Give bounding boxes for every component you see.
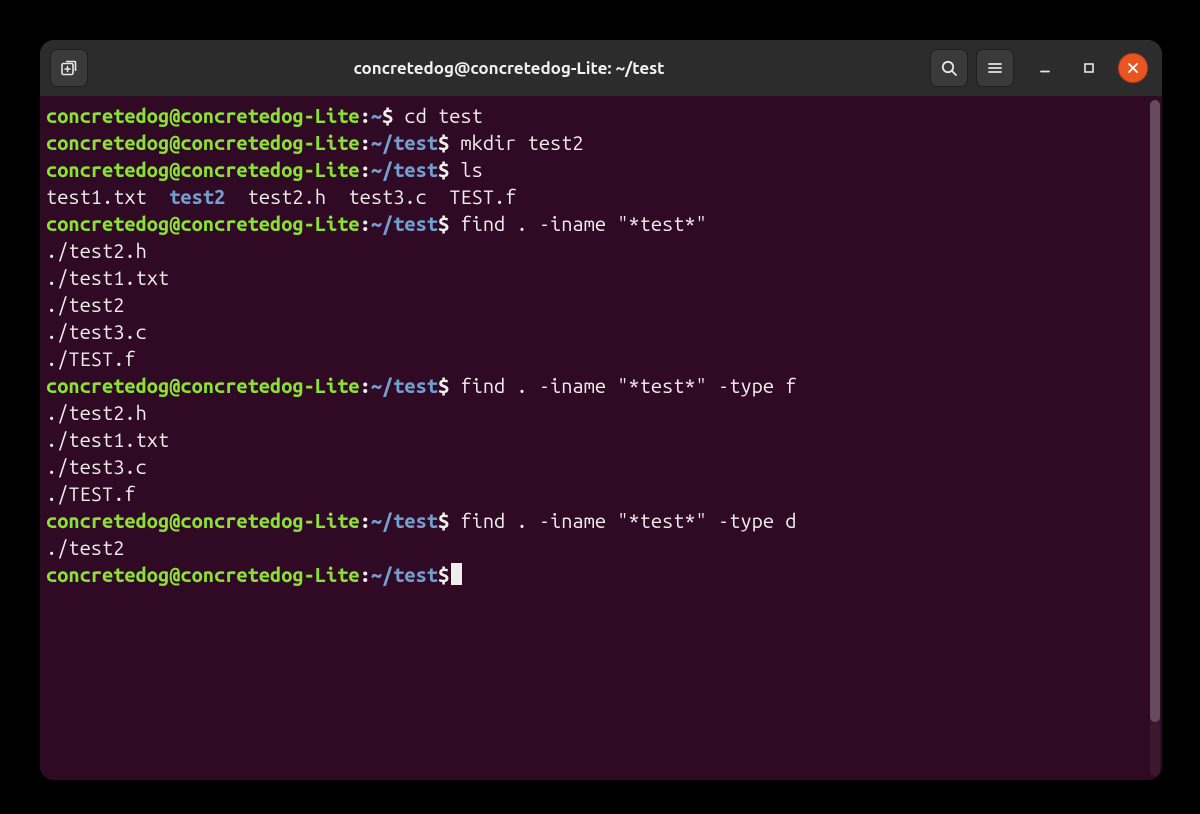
prompt-user-host: concretedog@concretedog-Lite <box>46 104 360 127</box>
output-line: ./test3.c <box>46 318 1148 345</box>
space <box>427 185 449 208</box>
prompt-dollar: $ <box>438 158 449 181</box>
output-line: ./test2.h <box>46 399 1148 426</box>
prompt-line: concretedog@concretedog-Lite:~/test$ fin… <box>46 507 1148 534</box>
menu-button[interactable] <box>976 49 1014 87</box>
minimize-icon <box>1038 61 1052 75</box>
space <box>147 185 169 208</box>
prompt-line: concretedog@concretedog-Lite:~/test$ ls <box>46 156 1148 183</box>
titlebar: concretedog@concretedog-Lite: ~/test <box>40 40 1162 96</box>
prompt-dollar: $ <box>438 212 449 235</box>
prompt-user-host: concretedog@concretedog-Lite <box>46 131 360 154</box>
prompt-sep: : <box>360 509 371 532</box>
prompt-sep: : <box>360 104 371 127</box>
ls-file: test2.h <box>248 185 326 208</box>
space <box>326 185 348 208</box>
command-text: ls <box>460 158 482 181</box>
prompt-dollar: $ <box>438 563 449 586</box>
close-button[interactable] <box>1118 53 1148 83</box>
command-text: cd test <box>404 104 482 127</box>
window-title: concretedog@concretedog-Lite: ~/test <box>96 59 922 78</box>
output-line: ./test2.h <box>46 237 1148 264</box>
space <box>225 185 247 208</box>
prompt-dollar: $ <box>438 374 449 397</box>
ls-directory: test2 <box>169 185 225 208</box>
output-line: ./test3.c <box>46 453 1148 480</box>
terminal-viewport[interactable]: concretedog@concretedog-Lite:~$ cd testc… <box>40 96 1162 780</box>
prompt-line: concretedog@concretedog-Lite:~/test$ fin… <box>46 210 1148 237</box>
command-text: mkdir test2 <box>460 131 583 154</box>
maximize-icon <box>1082 61 1096 75</box>
prompt-path: ~/test <box>371 374 438 397</box>
prompt-sep: : <box>360 131 371 154</box>
prompt-line: concretedog@concretedog-Lite:~/test$ mkd… <box>46 129 1148 156</box>
prompt-sep: : <box>360 212 371 235</box>
prompt-path: ~/test <box>371 509 438 532</box>
terminal-window: concretedog@concretedog-Lite: ~/test <box>40 40 1162 780</box>
command-text: find . -iname "*test*" -type d <box>460 509 796 532</box>
prompt-user-host: concretedog@concretedog-Lite <box>46 374 360 397</box>
prompt-line: concretedog@concretedog-Lite:~/test$ fin… <box>46 372 1148 399</box>
prompt-path: ~/test <box>371 131 438 154</box>
prompt-user-host: concretedog@concretedog-Lite <box>46 158 360 181</box>
prompt-path: ~/test <box>371 158 438 181</box>
new-tab-icon <box>59 58 79 78</box>
close-icon <box>1127 62 1139 74</box>
prompt-user-host: concretedog@concretedog-Lite <box>46 563 360 586</box>
output-line: ./test2 <box>46 534 1148 561</box>
scrollbar-thumb[interactable] <box>1150 100 1160 722</box>
prompt-dollar: $ <box>438 131 449 154</box>
output-line: ./TEST.f <box>46 345 1148 372</box>
ls-output: test1.txt test2 test2.h test3.c TEST.f <box>46 183 1148 210</box>
prompt-path: ~ <box>371 104 382 127</box>
space <box>449 374 460 397</box>
search-button[interactable] <box>930 49 968 87</box>
terminal-content[interactable]: concretedog@concretedog-Lite:~$ cd testc… <box>40 96 1148 780</box>
new-tab-button[interactable] <box>50 49 88 87</box>
space <box>393 104 404 127</box>
search-icon <box>939 58 959 78</box>
output-line: ./test2 <box>46 291 1148 318</box>
scrollbar[interactable] <box>1150 100 1160 776</box>
cursor <box>451 563 462 585</box>
space <box>449 509 460 532</box>
space <box>449 158 460 181</box>
space <box>449 131 460 154</box>
prompt-line-current: concretedog@concretedog-Lite:~/test$ <box>46 561 1148 588</box>
prompt-sep: : <box>360 374 371 397</box>
prompt-sep: : <box>360 158 371 181</box>
ls-file: test3.c <box>348 185 426 208</box>
hamburger-icon <box>985 58 1005 78</box>
prompt-user-host: concretedog@concretedog-Lite <box>46 212 360 235</box>
prompt-dollar: $ <box>438 509 449 532</box>
prompt-path: ~/test <box>371 212 438 235</box>
space <box>449 212 460 235</box>
ls-file: TEST.f <box>449 185 516 208</box>
output-line: ./test1.txt <box>46 426 1148 453</box>
output-line: ./test1.txt <box>46 264 1148 291</box>
prompt-dollar: $ <box>382 104 393 127</box>
prompt-user-host: concretedog@concretedog-Lite <box>46 509 360 532</box>
prompt-sep: : <box>360 563 371 586</box>
maximize-button[interactable] <box>1074 53 1104 83</box>
ls-file: test1.txt <box>46 185 147 208</box>
prompt-path: ~/test <box>371 563 438 586</box>
minimize-button[interactable] <box>1030 53 1060 83</box>
prompt-line: concretedog@concretedog-Lite:~$ cd test <box>46 102 1148 129</box>
output-line: ./TEST.f <box>46 480 1148 507</box>
window-controls <box>1030 53 1148 83</box>
command-text: find . -iname "*test*" -type f <box>460 374 796 397</box>
command-text: find . -iname "*test*" <box>460 212 706 235</box>
